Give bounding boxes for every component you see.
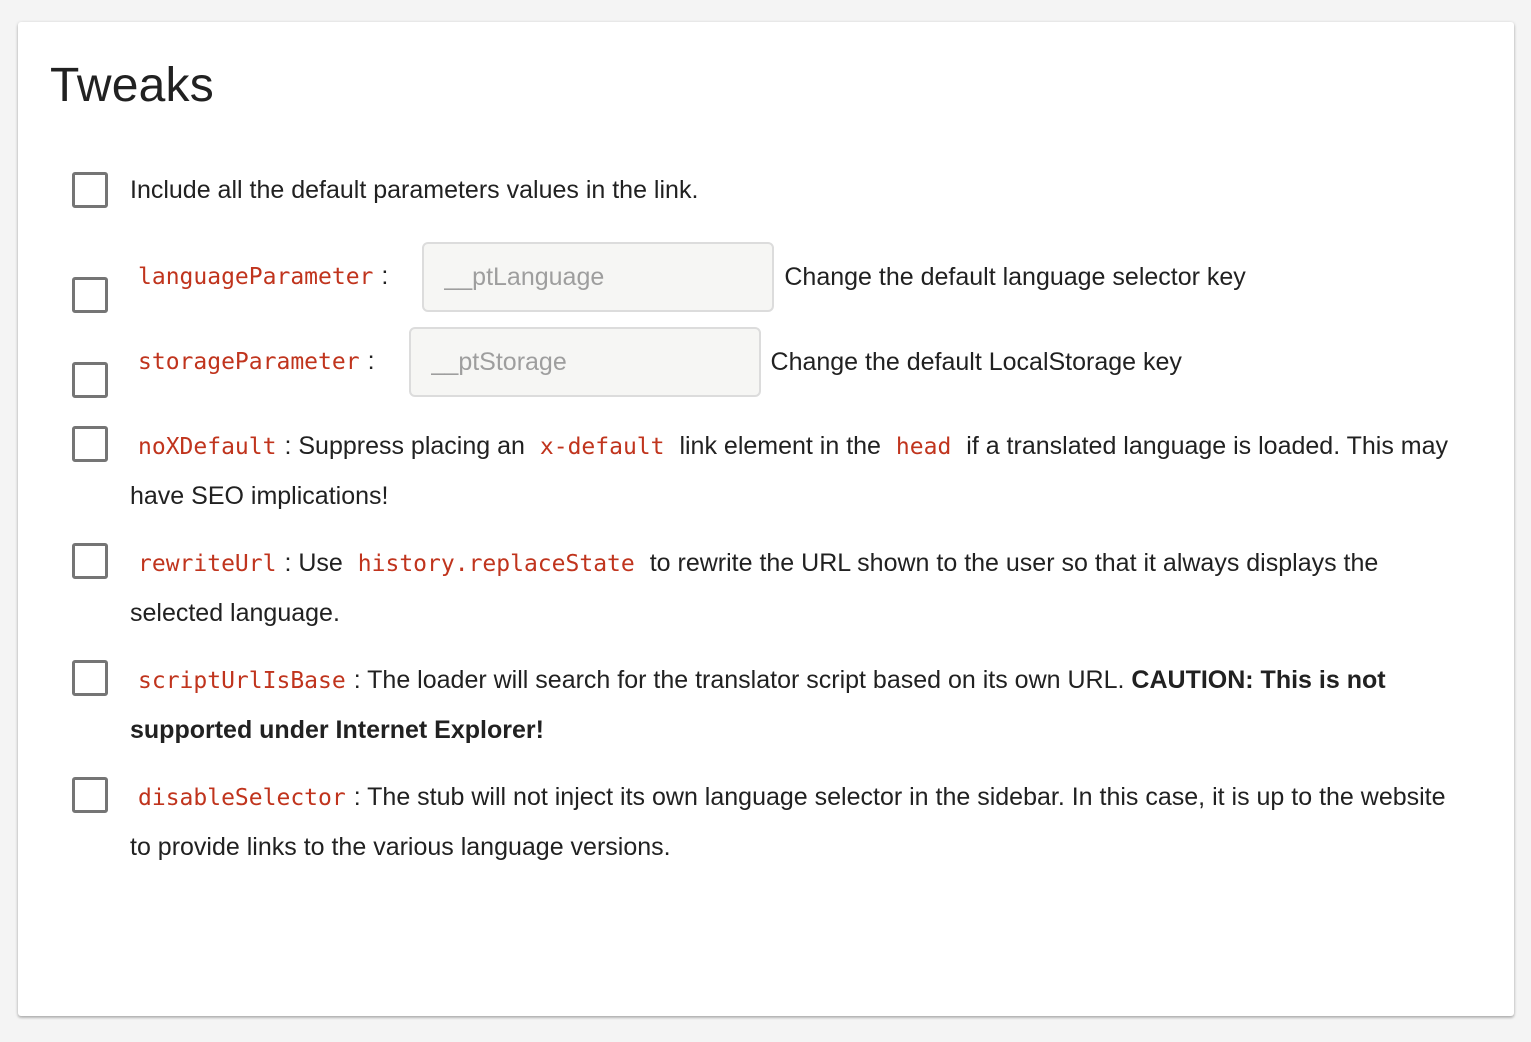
no-x-default-checkbox[interactable] (72, 426, 108, 462)
no-x-default-text-2: link element in the (679, 432, 881, 460)
storage-parameter-input[interactable] (408, 327, 761, 397)
script-url-is-base-text: scriptUrlIsBase : The loader will search … (130, 656, 1454, 755)
storage-parameter-colon: : (367, 347, 375, 375)
rewrite-url-code: rewriteUrl (138, 551, 277, 577)
rewrite-url-checkbox[interactable] (72, 543, 108, 579)
disable-selector-code: disableSelector (138, 785, 346, 811)
script-url-is-base-text-1: : The loader will search for the transla… (353, 666, 1125, 694)
storage-parameter-checkbox[interactable] (72, 362, 108, 398)
tweaks-card: Tweaks Include all the default parameter… (18, 22, 1514, 1016)
no-x-default-text: noXDefault : Suppress placing an x-defaul… (130, 422, 1454, 521)
script-url-is-base-checkbox[interactable] (72, 660, 108, 696)
no-x-default-code: noXDefault (138, 434, 277, 460)
language-parameter-colon: : (381, 262, 389, 290)
include-defaults-checkbox[interactable] (72, 172, 108, 208)
storage-parameter-description: Change the default LocalStorage key (770, 347, 1182, 376)
include-defaults-label: Include all the default parameters value… (130, 176, 699, 204)
rewrite-url-text: rewriteUrl: Use history.replaceState to … (130, 539, 1454, 638)
card-title: Tweaks (50, 59, 214, 112)
disable-selector-checkbox[interactable] (72, 777, 108, 813)
history-replace-state-code: history.replaceState (357, 551, 635, 577)
script-url-is-base-code: scriptUrlIsBase (138, 668, 346, 694)
language-parameter-checkbox[interactable] (72, 277, 108, 313)
language-parameter-input[interactable] (422, 242, 775, 312)
x-default-code: x-default (539, 434, 665, 460)
rewrite-url-text-1: : Use (284, 549, 343, 577)
head-code: head (895, 434, 952, 460)
disable-selector-text: disableSelector: The stub will not injec… (130, 773, 1454, 872)
language-parameter-code: languageParameter (138, 264, 374, 290)
storage-parameter-code: storageParameter (138, 349, 360, 375)
no-x-default-text-1: : Suppress placing an (284, 432, 525, 460)
language-parameter-description: Change the default language selector key (784, 262, 1246, 291)
